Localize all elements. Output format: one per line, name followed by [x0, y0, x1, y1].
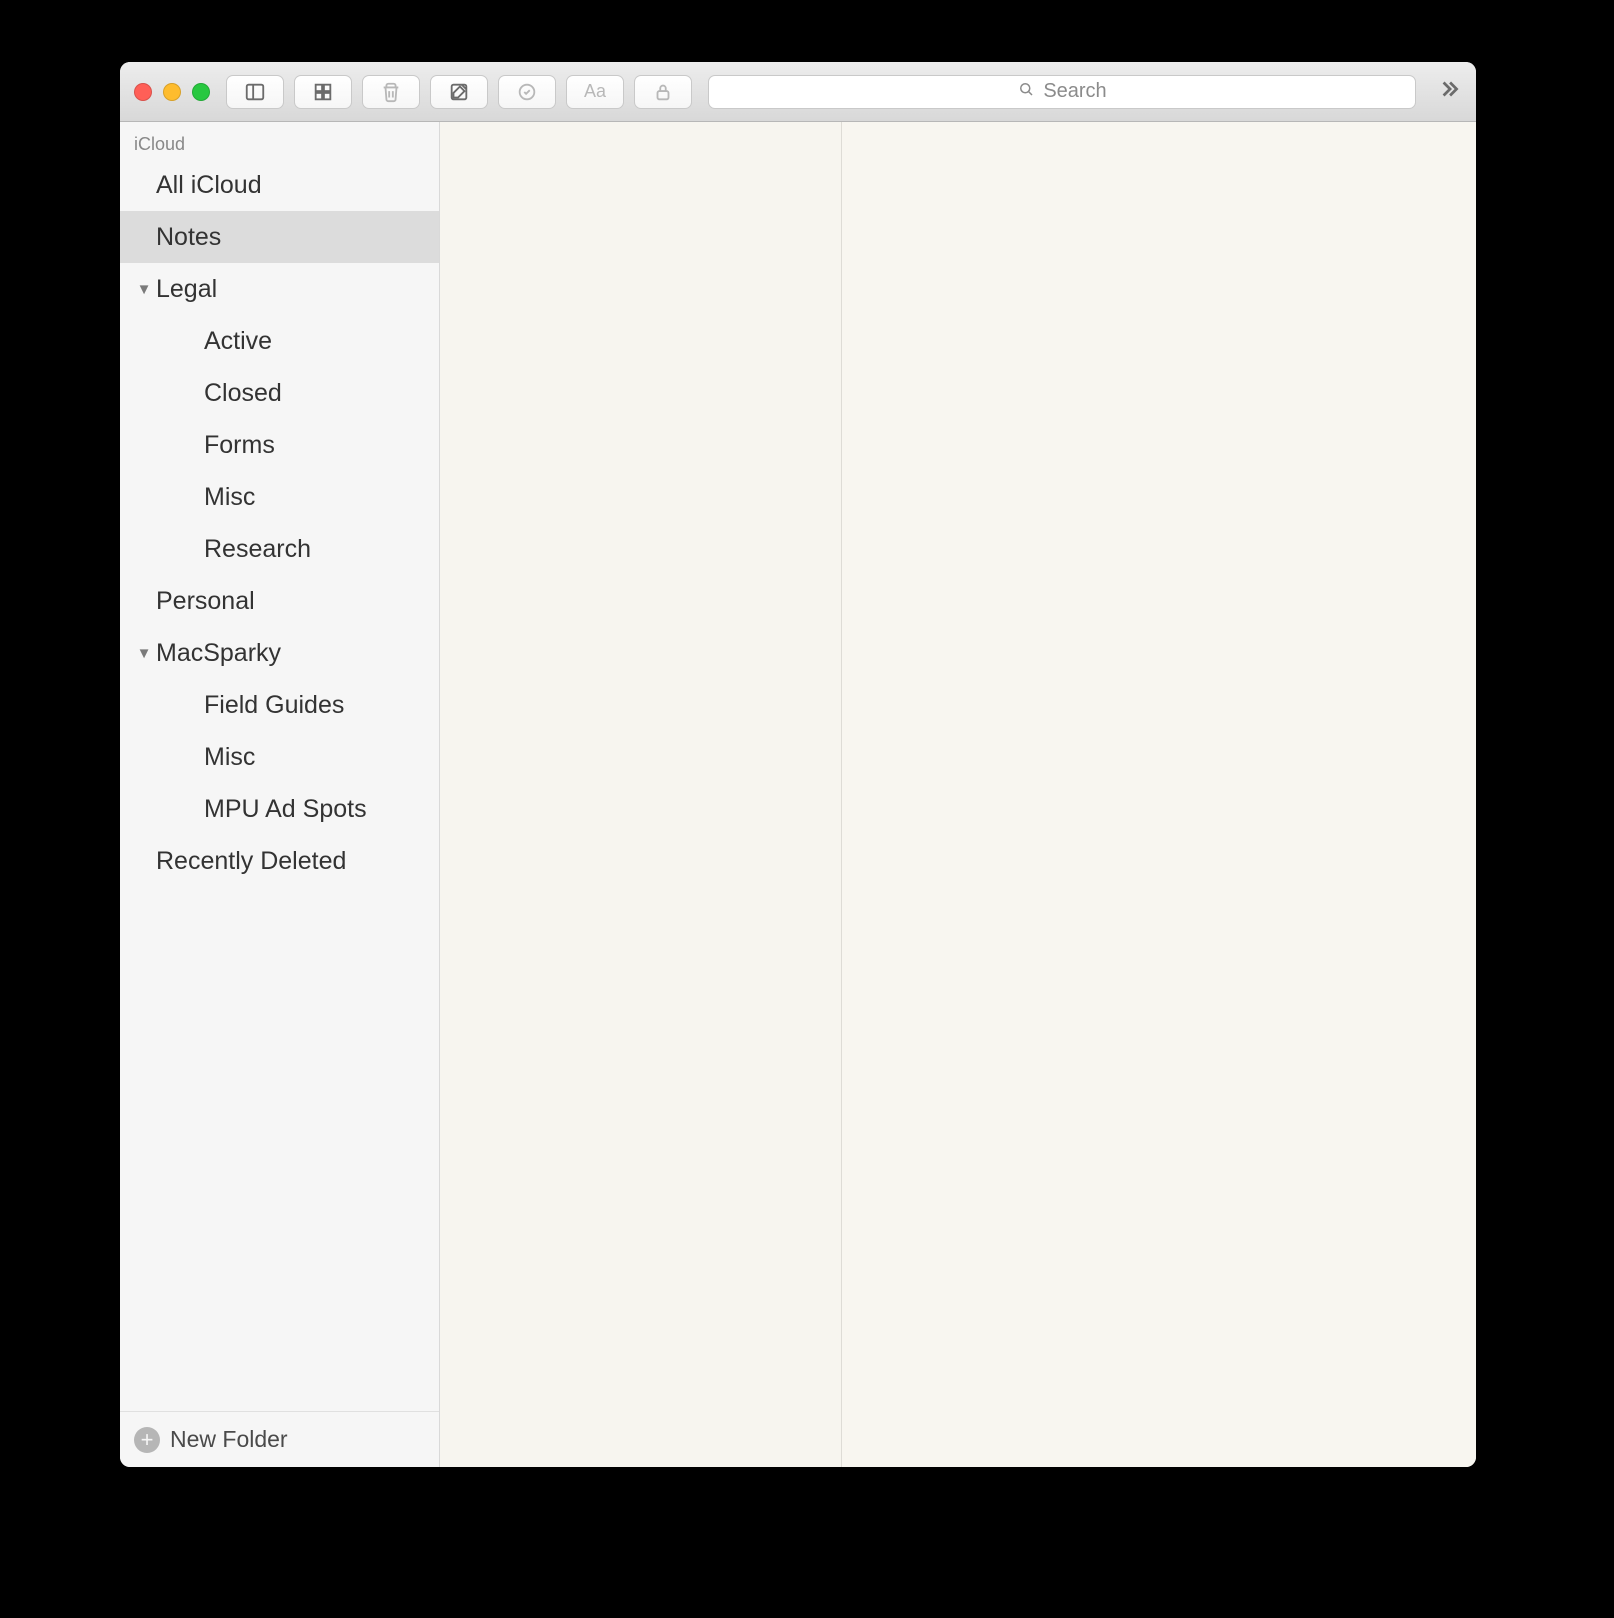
folder-row[interactable]: MPU Ad Spots: [120, 783, 439, 835]
folder-label: Misc: [204, 483, 255, 512]
folder-row[interactable]: Research: [120, 523, 439, 575]
folder-label: Misc: [204, 743, 255, 772]
chevrons-right-icon: [1436, 89, 1462, 106]
folder-row[interactable]: Closed: [120, 367, 439, 419]
new-folder-label: New Folder: [170, 1426, 288, 1453]
folder-label: All iCloud: [156, 171, 262, 200]
notes-list-pane: [440, 122, 842, 1467]
compose-icon: [448, 81, 470, 103]
checklist-button[interactable]: [498, 75, 556, 109]
search-icon: [1017, 80, 1035, 104]
toolbar-overflow-button[interactable]: [1436, 76, 1462, 107]
close-window-button[interactable]: [134, 83, 152, 101]
folder-label: Legal: [156, 275, 217, 304]
search-field[interactable]: Search: [708, 75, 1416, 109]
folder-row[interactable]: Personal: [120, 575, 439, 627]
window-body: iCloud All iCloudNotes▼LegalActiveClosed…: [120, 122, 1476, 1467]
trash-icon: [380, 81, 402, 103]
folder-row[interactable]: All iCloud: [120, 159, 439, 211]
folder-row[interactable]: Recently Deleted: [120, 835, 439, 887]
folder-label: Personal: [156, 587, 255, 616]
new-note-button[interactable]: [430, 75, 488, 109]
folder-label: Closed: [204, 379, 282, 408]
folders-sidebar: iCloud All iCloudNotes▼LegalActiveClosed…: [120, 122, 440, 1467]
toolbar: Aa Search: [120, 62, 1476, 122]
note-editor-pane: [842, 122, 1476, 1467]
folder-row[interactable]: Field Guides: [120, 679, 439, 731]
folder-label: MacSparky: [156, 639, 281, 668]
folder-row[interactable]: Misc: [120, 471, 439, 523]
folder-label: Field Guides: [204, 691, 344, 720]
sidebar-icon: [244, 81, 266, 103]
toggle-sidebar-button[interactable]: [226, 75, 284, 109]
lock-note-button[interactable]: [634, 75, 692, 109]
folder-row[interactable]: ▼Legal: [120, 263, 439, 315]
folder-label: MPU Ad Spots: [204, 795, 367, 824]
section-header-icloud: iCloud: [120, 128, 439, 159]
minimize-window-button[interactable]: [163, 83, 181, 101]
plus-circle-icon: +: [134, 1427, 160, 1453]
grid-icon: [312, 81, 334, 103]
format-button[interactable]: Aa: [566, 75, 624, 109]
folder-row[interactable]: ▼MacSparky: [120, 627, 439, 679]
text-format-icon: Aa: [584, 81, 606, 102]
folder-label: Recently Deleted: [156, 847, 346, 876]
folder-row[interactable]: Notes: [120, 211, 439, 263]
folder-row[interactable]: Forms: [120, 419, 439, 471]
folder-row[interactable]: Active: [120, 315, 439, 367]
folder-label: Research: [204, 535, 311, 564]
window-controls: [134, 83, 210, 101]
checklist-icon: [516, 81, 538, 103]
disclosure-triangle-icon[interactable]: ▼: [134, 645, 154, 662]
attachments-button[interactable]: [294, 75, 352, 109]
folders-list: iCloud All iCloudNotes▼LegalActiveClosed…: [120, 122, 439, 1411]
disclosure-triangle-icon[interactable]: ▼: [134, 281, 154, 298]
new-folder-button[interactable]: + New Folder: [120, 1411, 439, 1467]
folder-label: Notes: [156, 223, 221, 252]
notes-window: Aa Search iCloud All iCloudNotes▼LegalAc…: [120, 62, 1476, 1467]
search-placeholder: Search: [1043, 80, 1106, 103]
folder-label: Active: [204, 327, 272, 356]
delete-note-button[interactable]: [362, 75, 420, 109]
lock-icon: [652, 81, 674, 103]
zoom-window-button[interactable]: [192, 83, 210, 101]
folder-row[interactable]: Misc: [120, 731, 439, 783]
folder-label: Forms: [204, 431, 275, 460]
